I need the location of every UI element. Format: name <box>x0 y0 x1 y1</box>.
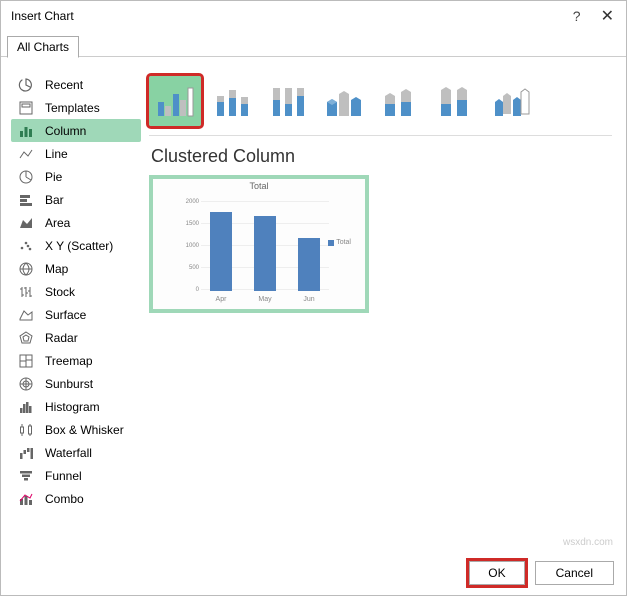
sidebar-item-label: Line <box>45 147 68 161</box>
sunburst-icon <box>17 375 35 393</box>
tabstrip: All Charts <box>1 31 626 57</box>
sidebar-item-map[interactable]: Map <box>11 257 141 280</box>
sidebar-item-label: Histogram <box>45 400 100 414</box>
sidebar-item-label: Column <box>45 124 86 138</box>
sidebar-item-label: Area <box>45 216 70 230</box>
sidebar-item-recent[interactable]: Recent <box>11 73 141 96</box>
y-axis: 2000 1500 1000 500 0 <box>179 201 201 291</box>
chart-category-sidebar: Recent Templates Column Line Pie Bar <box>1 67 141 551</box>
box-whisker-icon <box>17 421 35 439</box>
sidebar-item-label: Sunburst <box>45 377 93 391</box>
sidebar-item-column[interactable]: Column <box>11 119 141 142</box>
x-axis: Apr May Jun <box>201 296 329 303</box>
ok-button[interactable]: OK <box>469 561 524 585</box>
waterfall-icon <box>17 444 35 462</box>
sidebar-item-label: Waterfall <box>45 446 92 460</box>
area-icon <box>17 214 35 232</box>
sidebar-item-label: Radar <box>45 331 78 345</box>
radar-icon <box>17 329 35 347</box>
sidebar-item-label: Bar <box>45 193 64 207</box>
histogram-icon <box>17 398 35 416</box>
sidebar-item-label: Stock <box>45 285 75 299</box>
subtype-clustered-column[interactable] <box>149 76 201 126</box>
help-button[interactable]: ? <box>573 8 581 24</box>
titlebar: Insert Chart ? ✕ <box>1 1 626 31</box>
sidebar-item-surface[interactable]: Surface <box>11 303 141 326</box>
sidebar-item-funnel[interactable]: Funnel <box>11 464 141 487</box>
surface-icon <box>17 306 35 324</box>
bar-apr <box>210 212 232 291</box>
insert-chart-dialog: Insert Chart ? ✕ All Charts Recent Templ… <box>0 0 627 596</box>
bars <box>201 201 329 291</box>
dialog-title: Insert Chart <box>11 9 573 23</box>
chart-type-title: Clustered Column <box>151 146 612 167</box>
chart-preview[interactable]: Total 2000 1500 1000 500 0 <box>149 175 369 313</box>
sidebar-item-radar[interactable]: Radar <box>11 326 141 349</box>
stock-icon <box>17 283 35 301</box>
sidebar-item-area[interactable]: Area <box>11 211 141 234</box>
sidebar-item-label: Surface <box>45 308 86 322</box>
bar-may <box>254 216 276 291</box>
subtype-100-stacked-column[interactable] <box>261 76 313 126</box>
sidebar-item-treemap[interactable]: Treemap <box>11 349 141 372</box>
sidebar-item-templates[interactable]: Templates <box>11 96 141 119</box>
templates-icon <box>17 99 35 117</box>
combo-icon <box>17 490 35 508</box>
recent-icon <box>17 76 35 94</box>
scatter-icon <box>17 237 35 255</box>
line-icon <box>17 145 35 163</box>
sidebar-item-label: Pie <box>45 170 62 184</box>
bar-icon <box>17 191 35 209</box>
map-icon <box>17 260 35 278</box>
sidebar-item-label: Map <box>45 262 68 276</box>
subtype-3d-column[interactable] <box>485 76 537 126</box>
sidebar-item-label: X Y (Scatter) <box>45 239 113 253</box>
column-icon <box>17 122 35 140</box>
sidebar-item-scatter[interactable]: X Y (Scatter) <box>11 234 141 257</box>
sidebar-item-waterfall[interactable]: Waterfall <box>11 441 141 464</box>
main-panel: Clustered Column Total 2000 1500 1000 50… <box>141 67 626 551</box>
legend: Total <box>328 239 351 246</box>
sidebar-item-label: Templates <box>45 101 100 115</box>
treemap-icon <box>17 352 35 370</box>
sidebar-item-sunburst[interactable]: Sunburst <box>11 372 141 395</box>
sidebar-item-box-whisker[interactable]: Box & Whisker <box>11 418 141 441</box>
chart-subtype-row <box>149 73 612 129</box>
sidebar-item-label: Funnel <box>45 469 82 483</box>
close-button[interactable]: ✕ <box>601 6 614 26</box>
subtype-stacked-column[interactable] <box>205 76 257 126</box>
sidebar-item-label: Box & Whisker <box>45 423 124 437</box>
subtype-3d-100-stacked-column[interactable] <box>429 76 481 126</box>
bar-jun <box>298 238 320 291</box>
preview-plot-area: 2000 1500 1000 500 0 Apr May Jun <box>179 187 357 291</box>
sidebar-item-label: Recent <box>45 78 83 92</box>
sidebar-item-histogram[interactable]: Histogram <box>11 395 141 418</box>
pie-icon <box>17 168 35 186</box>
sidebar-item-stock[interactable]: Stock <box>11 280 141 303</box>
sidebar-item-line[interactable]: Line <box>11 142 141 165</box>
watermark: wsxdn.com <box>563 537 613 548</box>
funnel-icon <box>17 467 35 485</box>
sidebar-item-combo[interactable]: Combo <box>11 487 141 510</box>
sidebar-item-label: Treemap <box>45 354 93 368</box>
subtype-3d-stacked-column[interactable] <box>373 76 425 126</box>
tab-all-charts[interactable]: All Charts <box>7 36 79 58</box>
sidebar-item-pie[interactable]: Pie <box>11 165 141 188</box>
sidebar-item-bar[interactable]: Bar <box>11 188 141 211</box>
cancel-button[interactable]: Cancel <box>535 561 614 585</box>
dialog-footer: OK Cancel <box>1 551 626 595</box>
sidebar-item-label: Combo <box>45 492 84 506</box>
subtype-3d-clustered-column[interactable] <box>317 76 369 126</box>
